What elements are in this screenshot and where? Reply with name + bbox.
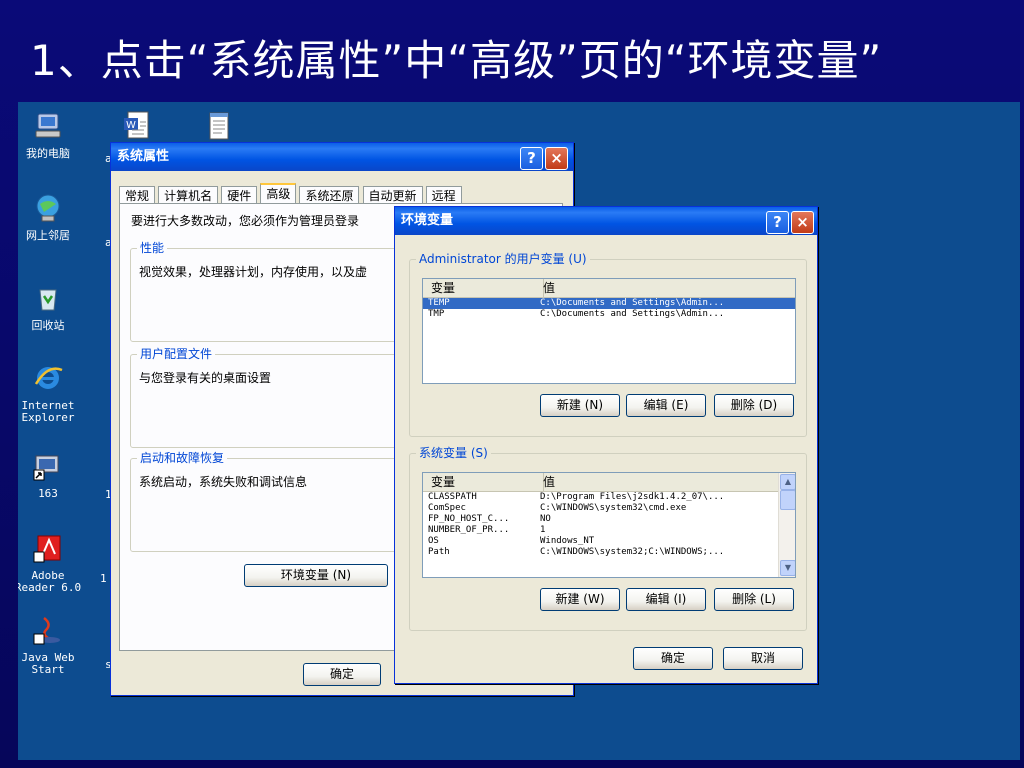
user-delete-button[interactable]: 删除 (D) <box>714 394 794 417</box>
user-profiles-description: 与您登录有关的桌面设置 <box>139 371 272 385</box>
tab-strip: 常规 计算机名 硬件 高级 系统还原 自动更新 远程 <box>119 182 462 206</box>
java-web-start-icon <box>33 617 60 645</box>
user-edit-button[interactable]: 编辑 (E) <box>626 394 706 417</box>
user-profiles-label: 用户配置文件 <box>137 347 216 361</box>
close-button[interactable]: × <box>545 147 568 170</box>
variable-value: D:\Program Files\j2sdk1.4.2_07\... <box>540 492 725 502</box>
system-delete-button[interactable]: 删除 (L) <box>714 588 794 611</box>
desktop-screenshot: 我的电脑 网上邻居 回收站 Internet Explorer 163 Adob… <box>18 102 1020 760</box>
list-item[interactable]: OS Windows_NT <box>423 536 795 547</box>
desktop-icon-label-2: Reader 6.0 <box>18 581 82 594</box>
column-header-value[interactable]: 值 <box>535 473 555 491</box>
variable-value: C:\WINDOWS\system32\cmd.exe <box>540 503 687 513</box>
desktop-icon-recycle-bin[interactable]: 回收站 <box>18 282 88 332</box>
vertical-scrollbar[interactable]: ▲ ▼ <box>778 473 795 577</box>
list-item[interactable]: Path C:\WINDOWS\system32;C:\WINDOWS;... <box>423 547 795 558</box>
desktop-icon-label: 网上邻居 <box>26 229 70 242</box>
list-item[interactable]: CLASSPATH D:\Program Files\j2sdk1.4.2_07… <box>423 492 795 503</box>
internet-explorer-icon <box>34 367 63 389</box>
variable-value: Windows_NT <box>540 536 595 546</box>
column-header-variable[interactable]: 变量 <box>423 473 544 491</box>
network-places-icon <box>36 194 60 222</box>
variable-value: C:\Documents and Settings\Admin... <box>540 309 725 319</box>
desktop-icon-my-computer[interactable]: 我的电脑 <box>18 110 88 160</box>
variable-value: NO <box>540 514 551 524</box>
ok-button[interactable]: 确定 <box>303 663 381 686</box>
variable-value: C:\WINDOWS\system32;C:\WINDOWS;... <box>540 547 725 557</box>
admin-notice: 要进行大多数改动，您必须作为管理员登录 <box>131 214 360 228</box>
slide-title: 1、点击“系统属性”中“高级”页的“环境变量” <box>30 36 883 85</box>
notepad-icon[interactable] <box>206 110 232 142</box>
list-header: 变量 值 <box>423 279 795 298</box>
variable-name: OS <box>428 536 439 546</box>
system-variables-frame: 系统变量 (S) 变量 值 CLASSPATH D:\Program Files… <box>409 446 807 631</box>
performance-description: 视觉效果，处理器计划，内存使用，以及虚 <box>139 265 368 279</box>
help-button[interactable]: ? <box>520 147 543 170</box>
variable-name: NUMBER_OF_PR... <box>428 525 510 535</box>
variable-name: TMP <box>428 309 445 319</box>
list-item[interactable]: NUMBER_OF_PR... 1 <box>423 525 795 536</box>
scroll-up-icon[interactable]: ▲ <box>780 474 795 490</box>
desktop-icon-internet-explorer[interactable]: Internet Explorer <box>18 362 88 424</box>
variable-name: TEMP <box>428 298 450 308</box>
variable-name: FP_NO_HOST_C... <box>428 514 510 524</box>
startup-recovery-description: 系统启动，系统失败和调试信息 <box>139 475 308 489</box>
user-new-button[interactable]: 新建 (N) <box>540 394 620 417</box>
user-variables-label: Administrator 的用户变量 (U) <box>416 252 590 266</box>
desktop-icon-163[interactable]: 163 <box>18 450 88 500</box>
environment-variables-button[interactable]: 环境变量 (N) <box>244 564 388 587</box>
environment-variables-dialog: 环境变量 ? × Administrator 的用户变量 (U) 变量 值 TE… <box>394 206 818 684</box>
cancel-button[interactable]: 取消 <box>723 647 803 670</box>
desktop-icon-label-2: Explorer <box>21 411 75 424</box>
word-document-icon[interactable]: W <box>122 110 152 142</box>
variable-name: CLASSPATH <box>428 492 477 502</box>
variable-value: 1 <box>540 525 546 535</box>
desktop-icon-label: 回收站 <box>31 319 65 332</box>
list-item[interactable]: ComSpec C:\WINDOWS\system32\cmd.exe <box>423 503 795 514</box>
desktop-icon-label-2: Start <box>31 663 65 676</box>
user-variables-frame: Administrator 的用户变量 (U) 变量 值 TEMP C:\Doc… <box>409 252 807 437</box>
scroll-down-icon[interactable]: ▼ <box>780 560 795 576</box>
close-button[interactable]: × <box>791 211 814 234</box>
dialog-title: 环境变量 <box>401 213 454 228</box>
startup-recovery-label: 启动和故障恢复 <box>137 451 228 465</box>
shortcut-163-icon <box>33 455 59 481</box>
desktop-icon-label: 163 <box>38 487 58 500</box>
column-header-value[interactable]: 值 <box>535 279 555 297</box>
system-new-button[interactable]: 新建 (W) <box>540 588 620 611</box>
desktop-icon-network-places[interactable]: 网上邻居 <box>18 192 88 242</box>
variable-value: C:\Documents and Settings\Admin... <box>540 298 725 308</box>
system-variables-list[interactable]: 变量 值 CLASSPATH D:\Program Files\j2sdk1.4… <box>422 472 796 578</box>
variable-name: ComSpec <box>428 503 466 513</box>
scroll-thumb[interactable] <box>780 490 795 510</box>
window-title: 系统属性 <box>117 149 170 164</box>
svg-text:W: W <box>126 120 136 131</box>
user-variables-list[interactable]: 变量 值 TEMP C:\Documents and Settings\Admi… <box>422 278 796 384</box>
environment-variables-titlebar[interactable]: 环境变量 ? × <box>395 207 817 235</box>
desktop-icon-java-web-start[interactable]: Java Web Start <box>18 614 88 676</box>
system-variables-label: 系统变量 (S) <box>416 446 491 460</box>
system-edit-button[interactable]: 编辑 (I) <box>626 588 706 611</box>
variable-name: Path <box>428 547 450 557</box>
list-item[interactable]: TMP C:\Documents and Settings\Admin... <box>423 309 795 320</box>
recycle-bin-icon <box>39 289 57 311</box>
my-computer-icon <box>35 113 61 138</box>
desktop-icon-label: 我的电脑 <box>26 147 70 160</box>
list-header: 变量 值 <box>423 473 778 492</box>
performance-label: 性能 <box>137 241 168 255</box>
list-item[interactable]: TEMP C:\Documents and Settings\Admin... <box>423 298 795 309</box>
list-item[interactable]: FP_NO_HOST_C... NO <box>423 514 795 525</box>
ok-button[interactable]: 确定 <box>633 647 713 670</box>
desktop-icon-adobe-reader[interactable]: Adobe Reader 6.0 <box>18 532 88 594</box>
adobe-reader-icon <box>33 535 61 563</box>
clipped-desktop-label: 1 <box>100 572 107 585</box>
help-button[interactable]: ? <box>766 211 789 234</box>
system-properties-titlebar[interactable]: 系统属性 ? × <box>111 143 573 171</box>
column-header-variable[interactable]: 变量 <box>423 279 544 297</box>
